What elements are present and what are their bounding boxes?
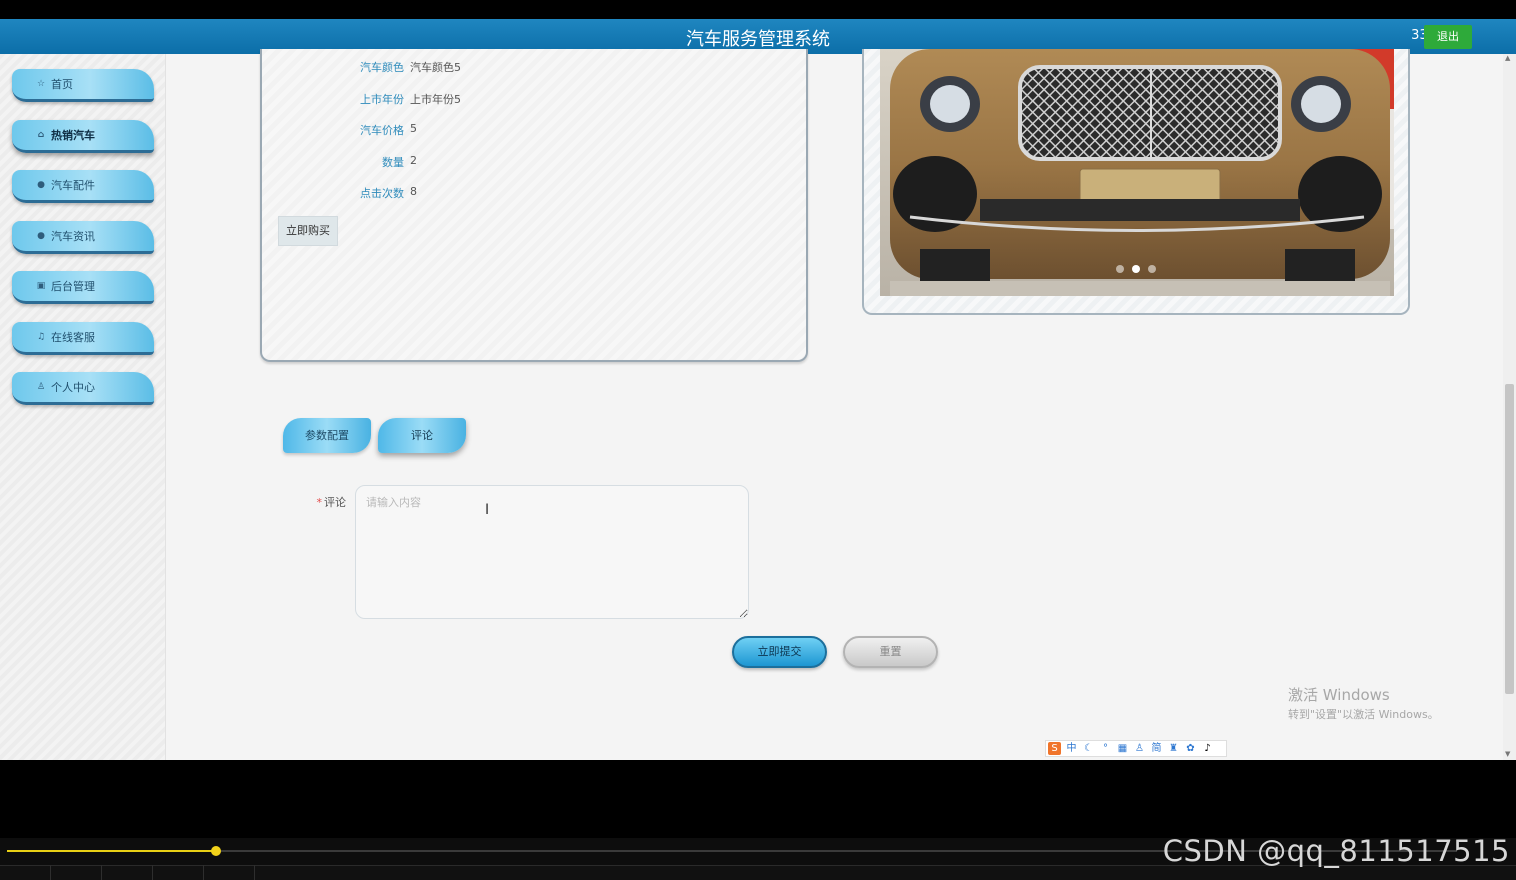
sidebar-item-hot-cars[interactable]: ⌂ 热销汽车 xyxy=(12,120,154,153)
submit-button[interactable]: 立即提交 xyxy=(732,636,827,668)
windows-activation-subtitle: 转到"设置"以激活 Windows。 xyxy=(1288,708,1439,721)
detail-row: 汽车价格 5 xyxy=(262,122,562,138)
control-divider xyxy=(152,865,153,880)
detail-label: 上市年份 xyxy=(360,93,404,106)
app-title: 汽车服务管理系统 xyxy=(686,29,830,50)
buy-now-button[interactable]: 立即购买 xyxy=(278,216,338,246)
gear-icon[interactable]: ✿ xyxy=(1184,742,1197,755)
sidebar-item-label: 首页 xyxy=(51,78,73,91)
required-mark: * xyxy=(316,496,323,509)
comment-textarea[interactable] xyxy=(355,485,749,619)
logout-button[interactable]: 退出 xyxy=(1424,25,1472,49)
sidebar-item-news[interactable]: ● 汽车资讯 xyxy=(12,221,154,254)
punctuation-icon[interactable]: ° xyxy=(1099,742,1112,755)
control-divider xyxy=(203,865,204,880)
star-icon: ☆ xyxy=(36,79,46,89)
page-scrollbar[interactable]: ▲ ▼ xyxy=(1503,54,1516,760)
sidebar-item-profile[interactable]: ♙ 个人中心 xyxy=(12,372,154,405)
scroll-up-arrow-icon[interactable]: ▲ xyxy=(1505,54,1510,62)
car-image-card xyxy=(862,49,1410,315)
car-detail-card: 汽车颜色 汽车颜色5 上市年份 上市年份5 汽车价格 5 数量 2 点击次数 8… xyxy=(260,49,808,362)
car-carousel-image[interactable] xyxy=(880,49,1394,296)
comment-label: * 评论 xyxy=(300,494,347,510)
detail-label: 点击次数 xyxy=(360,187,404,200)
moon-icon[interactable]: ☾ xyxy=(1082,742,1095,755)
detail-label: 数量 xyxy=(382,156,404,169)
progress-knob[interactable] xyxy=(210,846,221,856)
screen: 汽车服务管理系统 333 退出 ☆ 首页 ⌂ 热销汽车 ● 汽车配件 ● 汽车资… xyxy=(0,0,1516,880)
question-icon: ● xyxy=(37,231,45,241)
scroll-thumb[interactable] xyxy=(1505,384,1514,694)
tiktok-icon[interactable]: ♪ xyxy=(1201,742,1214,755)
control-divider xyxy=(254,865,255,880)
headset-icon: ♫ xyxy=(36,332,46,342)
tab-comments[interactable]: 评论 xyxy=(378,418,466,453)
sidebar-item-parts[interactable]: ● 汽车配件 xyxy=(12,170,154,203)
sidebar-item-label: 汽车资讯 xyxy=(51,230,95,243)
carousel-dot[interactable] xyxy=(1148,265,1156,273)
user-icon: ♙ xyxy=(36,382,46,392)
sidebar-item-label: 后台管理 xyxy=(51,280,95,293)
sidebar-item-label: 汽车配件 xyxy=(51,179,95,192)
detail-value: 2 xyxy=(410,154,417,167)
info-icon: ● xyxy=(37,180,45,190)
sidebar-item-support[interactable]: ♫ 在线客服 xyxy=(12,322,154,355)
windows-activation-title: 激活 Windows xyxy=(1288,686,1390,704)
calendar-icon: ▣ xyxy=(36,281,46,291)
sidebar-item-home[interactable]: ☆ 首页 xyxy=(12,69,154,102)
control-divider xyxy=(50,865,51,880)
detail-value: 5 xyxy=(410,122,417,135)
detail-row: 汽车颜色 汽车颜色5 xyxy=(262,59,562,75)
detail-row: 上市年份 上市年份5 xyxy=(262,91,562,107)
reset-button[interactable]: 重置 xyxy=(843,636,938,668)
carousel-dot-active[interactable] xyxy=(1132,265,1140,273)
app-window: 汽车服务管理系统 333 退出 ☆ 首页 ⌂ 热销汽车 ● 汽车配件 ● 汽车资… xyxy=(0,19,1516,760)
detail-value: 汽车颜色5 xyxy=(410,61,461,74)
bag-icon: ⌂ xyxy=(37,130,45,140)
ime-toolbar: S 中 ☾ ° ▦ ♙ 简 ♜ ✿ ♪ xyxy=(1045,740,1227,757)
sidebar: ☆ 首页 ⌂ 热销汽车 ● 汽车配件 ● 汽车资讯 ▣ 后台管理 ♫ 在线客服 xyxy=(0,54,166,760)
detail-row: 点击次数 8 xyxy=(262,185,562,201)
control-divider xyxy=(101,865,102,880)
car-photo xyxy=(880,49,1394,296)
detail-value: 上市年份5 xyxy=(410,93,461,106)
scroll-down-arrow-icon[interactable]: ▼ xyxy=(1505,750,1510,758)
sidebar-item-label: 在线客服 xyxy=(51,331,95,344)
text-cursor-icon: I xyxy=(485,502,490,518)
keyboard-icon[interactable]: ▦ xyxy=(1116,742,1129,755)
detail-row: 数量 2 xyxy=(262,154,562,170)
user-icon[interactable]: ♙ xyxy=(1133,742,1146,755)
detail-value: 8 xyxy=(410,185,417,198)
ime-chinese-mode[interactable]: 中 xyxy=(1065,742,1078,755)
comment-label-text: 评论 xyxy=(324,496,346,509)
detail-label: 汽车颜色 xyxy=(360,61,404,74)
tab-parameters[interactable]: 参数配置 xyxy=(283,418,371,453)
sidebar-item-admin[interactable]: ▣ 后台管理 xyxy=(12,271,154,304)
sogou-logo-icon[interactable]: S xyxy=(1048,742,1061,755)
csdn-watermark: CSDN @qq_811517515 xyxy=(1162,834,1510,868)
detail-label: 汽车价格 xyxy=(360,124,404,137)
ime-simplified-mode[interactable]: 简 xyxy=(1150,742,1163,755)
carousel-dot[interactable] xyxy=(1116,265,1124,273)
sidebar-item-label: 个人中心 xyxy=(51,381,95,394)
shirt-icon[interactable]: ♜ xyxy=(1167,742,1180,755)
progress-fill xyxy=(7,850,216,852)
sidebar-item-label: 热销汽车 xyxy=(51,129,95,142)
